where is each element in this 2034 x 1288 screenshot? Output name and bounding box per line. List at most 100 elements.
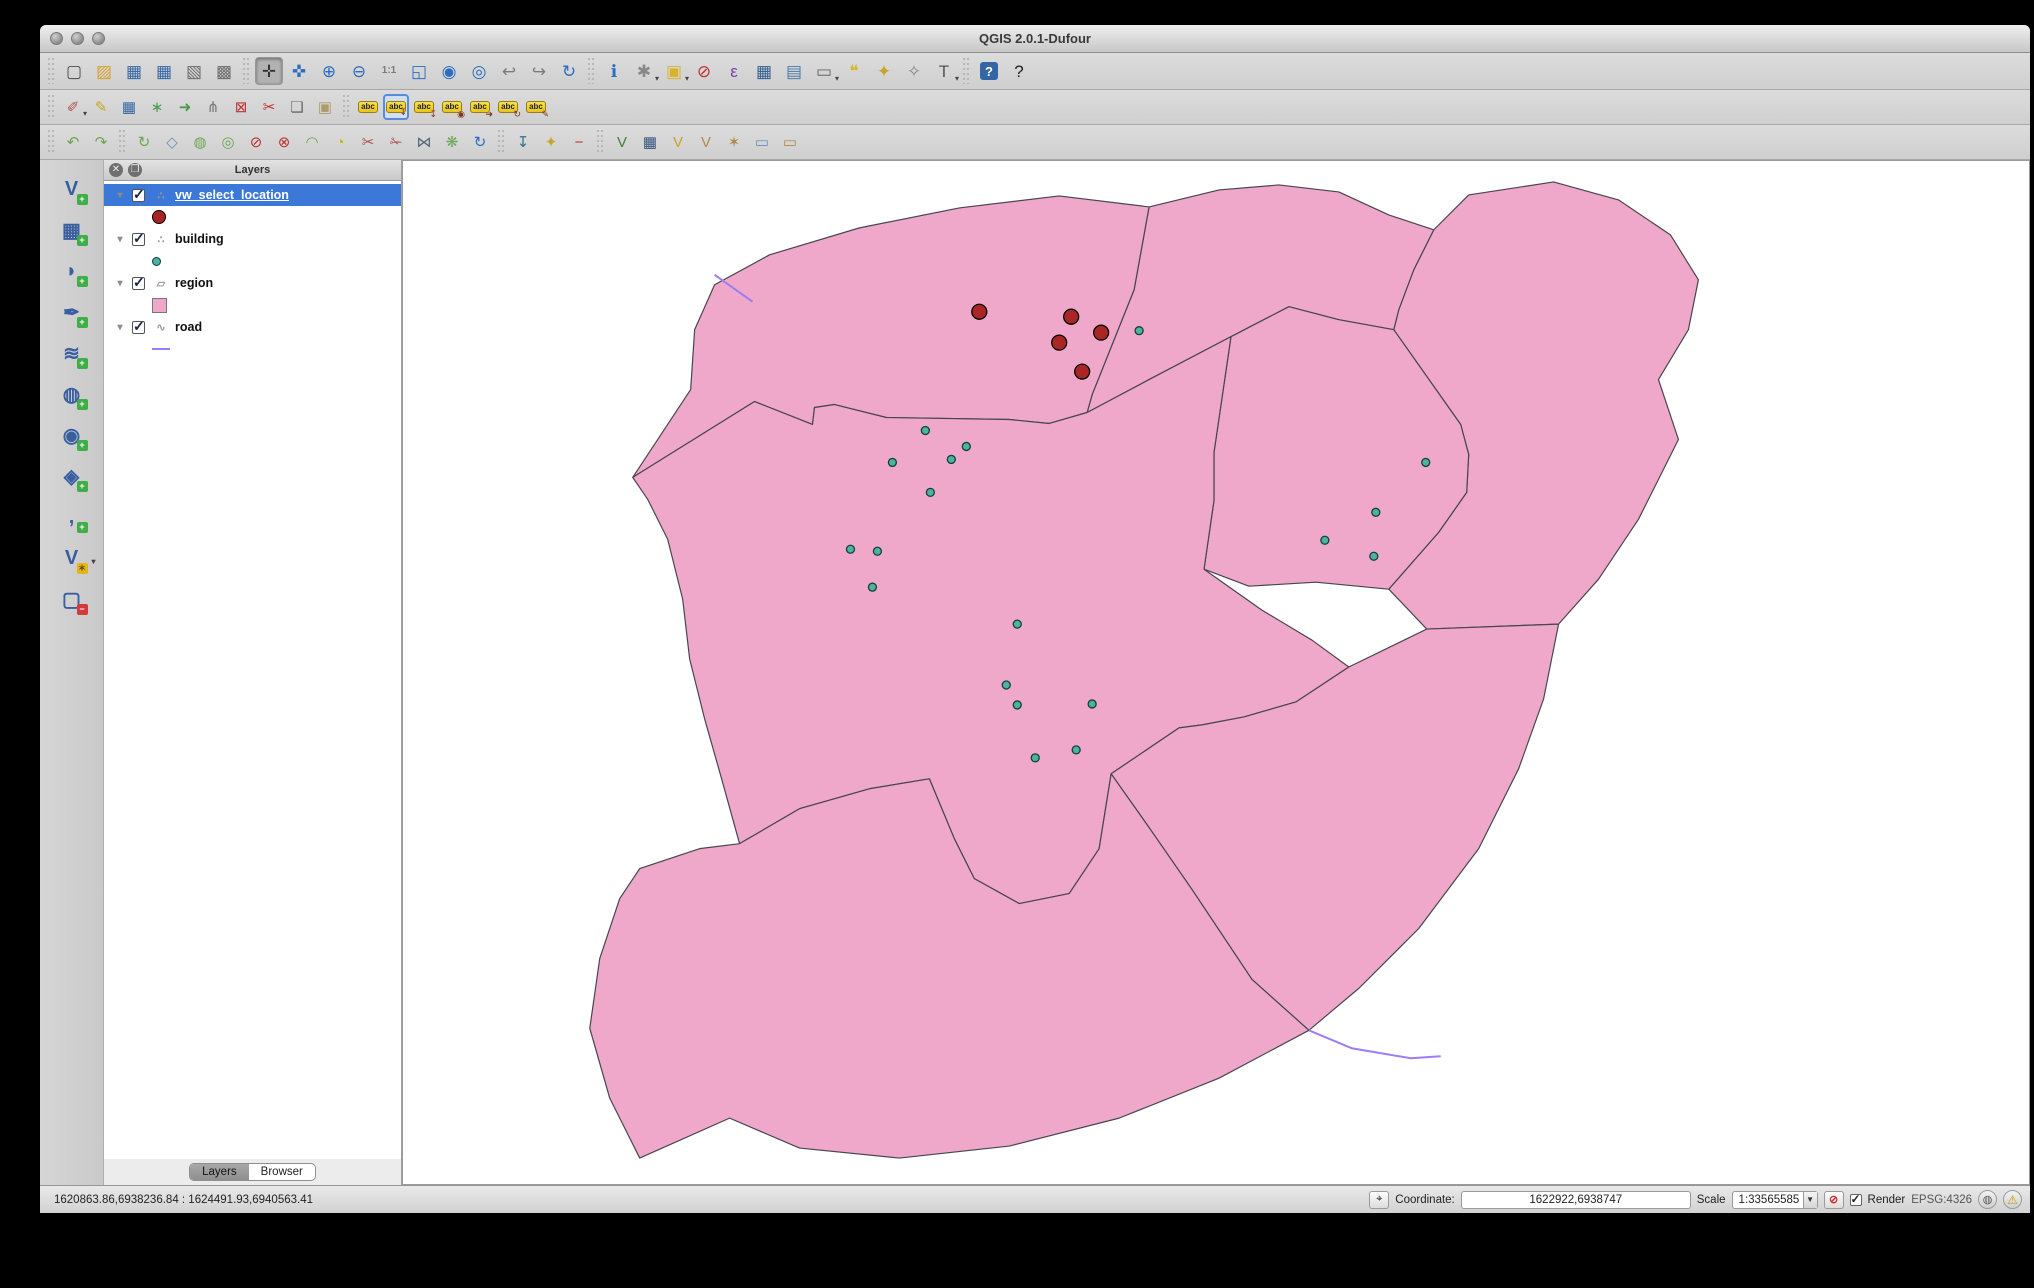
label-pin-unpin-icon[interactable]: abc↧ [411, 94, 437, 120]
identify-features-icon[interactable]: ℹ [600, 57, 628, 85]
offline-editing-sync-icon[interactable]: ✦ [538, 129, 564, 155]
rotate-point-symbols-icon[interactable]: ❋ [439, 129, 465, 155]
new-project-icon[interactable]: ▢ [60, 57, 88, 85]
layer-visibility-checkbox[interactable] [132, 321, 145, 334]
expand-arrow-icon[interactable]: ▾ [112, 234, 128, 245]
new-shapefile-layer-icon[interactable]: V✶▾ [54, 541, 90, 575]
new-print-composer-icon[interactable]: ▧ [180, 57, 208, 85]
layer-row-region[interactable]: ▾▱region [104, 272, 401, 294]
toolbar-handle[interactable] [47, 95, 56, 119]
building-point[interactable] [1372, 508, 1380, 516]
message-log-button[interactable]: ⚠ [2003, 1190, 2022, 1209]
grass-tools-icon[interactable]: ✶ [721, 129, 747, 155]
split-parts-icon[interactable]: ✁ [383, 129, 409, 155]
layer-row-building[interactable]: ▾∴building [104, 228, 401, 250]
label-pin-icon[interactable]: abc↧ [383, 94, 409, 120]
layer-name[interactable]: building [175, 232, 224, 246]
add-mssql-layer-icon[interactable]: ≋+ [54, 336, 90, 370]
grass-region-icon[interactable]: ▭ [749, 129, 775, 155]
save-project-as-icon[interactable]: ▦ [150, 57, 178, 85]
measure-icon[interactable]: ▭▾ [810, 57, 838, 85]
layer-visibility-checkbox[interactable] [132, 277, 145, 290]
zoom-native-icon[interactable]: 1:1 [375, 57, 403, 85]
grass-edit-vector-icon[interactable]: V [693, 129, 719, 155]
deselect-all-icon[interactable]: ⊘ [690, 57, 718, 85]
grass-new-vector-icon[interactable]: V [665, 129, 691, 155]
add-ring-icon[interactable]: ◍ [187, 129, 213, 155]
dropdown-caret-icon[interactable]: ▾ [955, 74, 959, 83]
label-show-hide-icon[interactable]: abc◉ [439, 94, 465, 120]
building-point[interactable] [873, 547, 881, 555]
show-bookmarks-icon[interactable]: ✧ [900, 57, 928, 85]
save-project-icon[interactable]: ▦ [120, 57, 148, 85]
composer-manager-icon[interactable]: ▩ [210, 57, 238, 85]
toolbar-handle[interactable] [962, 58, 971, 83]
expand-arrow-icon[interactable]: ▾ [112, 190, 128, 201]
undo-icon[interactable]: ↶ [60, 129, 86, 155]
road-line-2[interactable] [1309, 1030, 1441, 1058]
add-postgis-layer-icon[interactable]: ◗+ [54, 254, 90, 288]
coordinate-input[interactable]: 1622922,6938747 [1461, 1191, 1691, 1209]
selected-location-point[interactable] [1052, 335, 1067, 350]
building-point[interactable] [1002, 681, 1010, 689]
layer-name[interactable]: vw_select_location [175, 188, 289, 202]
open-project-icon[interactable]: ▨ [90, 57, 118, 85]
add-delimited-text-layer-icon[interactable]: ,+ [54, 500, 90, 534]
dropdown-caret-icon[interactable]: ▾ [91, 557, 95, 566]
grass-open-vector-icon[interactable]: V [609, 129, 635, 155]
label-change-icon[interactable]: abc↻ [495, 94, 521, 120]
help-contents-icon[interactable]: ? [975, 57, 1003, 85]
pan-map-icon[interactable]: ✛ [255, 57, 283, 85]
toolbar-handle[interactable] [342, 95, 351, 119]
copy-features-icon[interactable]: ❏ [284, 94, 310, 120]
close-window-button[interactable] [50, 32, 63, 45]
paste-features-icon[interactable]: ▣ [312, 94, 338, 120]
toolbar-handle[interactable] [596, 130, 605, 154]
building-point[interactable] [1422, 458, 1430, 466]
panel-tab-layers[interactable]: Layers [190, 1164, 249, 1180]
grass-region-edit-icon[interactable]: ▭ [777, 129, 803, 155]
toggle-editing-icon[interactable]: ✎ [88, 94, 114, 120]
selected-location-point[interactable] [1075, 364, 1090, 379]
layer-visibility-checkbox[interactable] [132, 233, 145, 246]
layer-name[interactable]: road [175, 320, 202, 334]
select-features-icon[interactable]: ▣▾ [660, 57, 688, 85]
move-feature-icon[interactable]: ➜ [172, 94, 198, 120]
toolbar-handle[interactable] [587, 58, 596, 83]
cut-features-icon[interactable]: ✂ [256, 94, 282, 120]
zoom-window-button[interactable] [92, 32, 105, 45]
label-add-icon[interactable]: abc [355, 94, 381, 120]
offline-editing-remove-icon[interactable]: − [566, 129, 592, 155]
delete-ring-icon[interactable]: ⊘ [243, 129, 269, 155]
extent-toggle-icon[interactable]: ⌖ [1369, 1191, 1389, 1209]
zoom-last-icon[interactable]: ↩ [495, 57, 523, 85]
run-feature-action-icon[interactable]: ✱▾ [630, 57, 658, 85]
offset-curve-icon[interactable]: ◔ [327, 129, 353, 155]
add-wfs-layer-icon[interactable]: ◈+ [54, 459, 90, 493]
render-checkbox[interactable] [1850, 1194, 1862, 1206]
dropdown-caret-icon[interactable]: ▾ [655, 74, 659, 83]
zoom-next-icon[interactable]: ↪ [525, 57, 553, 85]
add-wms-layer-icon[interactable]: ◍+ [54, 377, 90, 411]
panel-close-icon[interactable]: ✕ [109, 163, 123, 177]
title-bar[interactable]: QGIS 2.0.1-Dufour [40, 25, 2030, 53]
building-point[interactable] [1031, 754, 1039, 762]
save-layer-edits-icon[interactable]: ▦ [116, 94, 142, 120]
label-properties-icon[interactable]: abc✎ [523, 94, 549, 120]
building-point[interactable] [1072, 746, 1080, 754]
panel-tab-browser[interactable]: Browser [249, 1164, 315, 1180]
refresh-map-icon[interactable]: ↻ [555, 57, 583, 85]
building-point[interactable] [1370, 552, 1378, 560]
toolbar-handle[interactable] [47, 58, 56, 83]
zoom-full-extent-icon[interactable]: ◱ [405, 57, 433, 85]
field-calculator-icon[interactable]: ▤ [780, 57, 808, 85]
zoom-to-layer-icon[interactable]: ◎ [465, 57, 493, 85]
selected-location-point[interactable] [1064, 309, 1079, 324]
map-tips-icon[interactable]: ❝ [840, 57, 868, 85]
text-annotation-icon[interactable]: T▾ [930, 57, 958, 85]
panel-float-icon[interactable]: ❐ [128, 163, 142, 177]
toolbar-handle[interactable] [242, 58, 251, 83]
building-point[interactable] [1013, 620, 1021, 628]
toolbar-handle[interactable] [47, 130, 56, 154]
add-spatialite-layer-icon[interactable]: ✒+ [54, 295, 90, 329]
